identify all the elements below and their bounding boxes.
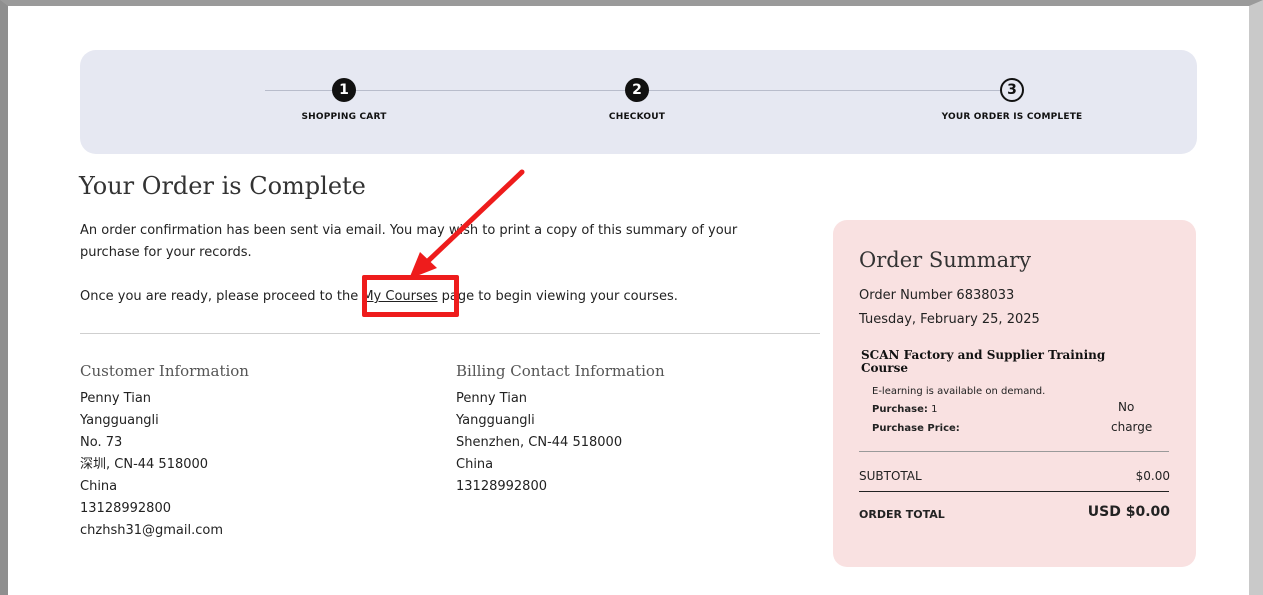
step-number: 2 — [625, 78, 649, 102]
annotation-highlight-box — [362, 275, 459, 317]
step-number: 1 — [332, 78, 356, 102]
step-number: 3 — [1000, 78, 1024, 102]
